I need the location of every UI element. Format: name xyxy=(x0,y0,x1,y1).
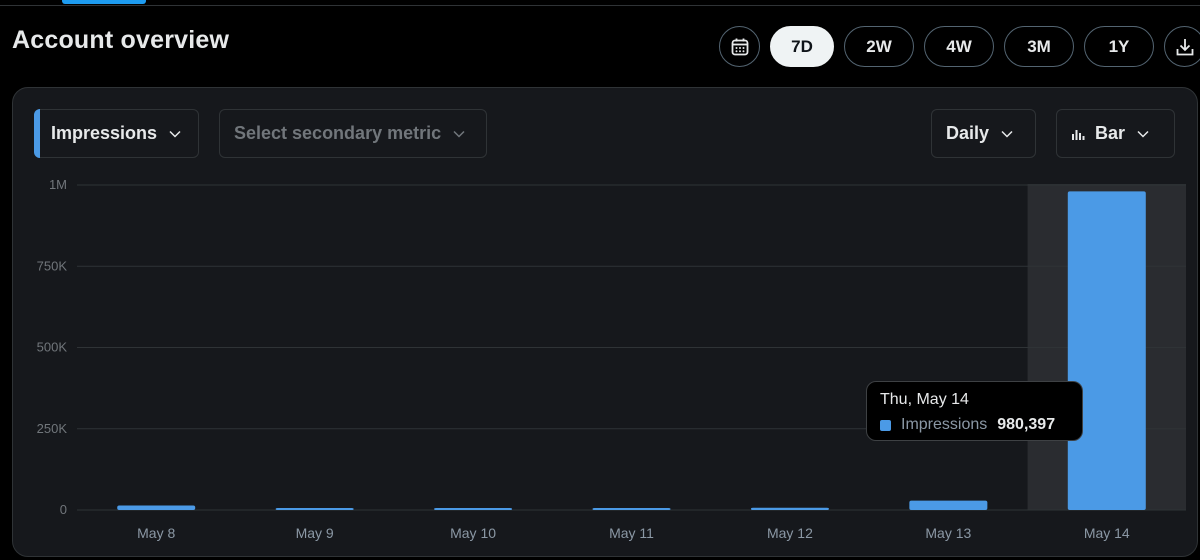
chart-card: 0 250K 500K 750K 1M May 8 May 9 May 10 May 11 May… xyxy=(12,87,1198,557)
x-tick-label: May 9 xyxy=(296,525,334,541)
range-7d-button[interactable]: 7D xyxy=(770,26,834,67)
top-divider xyxy=(0,5,1200,6)
y-tick-label: 0 xyxy=(60,502,67,517)
secondary-metric-placeholder: Select secondary metric xyxy=(234,123,442,143)
chevron-down-icon xyxy=(1001,130,1013,138)
download-button[interactable] xyxy=(1164,26,1200,67)
bar xyxy=(275,508,354,510)
x-tick-label: May 10 xyxy=(450,525,496,541)
period-label: Daily xyxy=(946,123,990,143)
tooltip-date: Thu, May 14 xyxy=(880,391,969,408)
bar xyxy=(117,505,196,510)
x-tick-label: May 14 xyxy=(1084,525,1130,541)
calendar-button[interactable] xyxy=(719,26,760,67)
calendar-icon xyxy=(731,38,748,55)
bar-chart-icon xyxy=(1072,129,1085,140)
tooltip-swatch xyxy=(880,419,891,431)
active-tab-indicator xyxy=(62,0,146,4)
period-dropdown[interactable]: Daily xyxy=(931,109,1036,158)
secondary-metric-dropdown[interactable]: Select secondary metric xyxy=(219,109,487,158)
primary-metric-dropdown[interactable]: Impressions xyxy=(34,109,199,158)
range-3m-button[interactable]: 3M xyxy=(1004,26,1074,67)
chart-type-label: Bar xyxy=(1095,123,1126,143)
primary-metric-label: Impressions xyxy=(51,123,158,143)
y-tick-label: 1M xyxy=(49,177,67,192)
y-tick-label: 500K xyxy=(37,340,68,355)
bar xyxy=(1067,191,1146,510)
tooltip-metric: Impressions xyxy=(901,416,988,433)
y-tick-label: 250K xyxy=(37,421,68,436)
bar xyxy=(434,508,513,510)
tooltip-value: 980,397 xyxy=(997,416,1056,433)
range-4w-button[interactable]: 4W xyxy=(924,26,994,67)
tooltip-row: Impressions 980,397 xyxy=(880,416,1069,434)
chart-type-dropdown[interactable]: Bar xyxy=(1056,109,1175,158)
chevron-down-icon xyxy=(169,130,181,138)
range-1y-button[interactable]: 1Y xyxy=(1084,26,1154,67)
x-tick-label: May 12 xyxy=(767,525,813,541)
bar xyxy=(750,507,829,510)
x-tick-label: May 13 xyxy=(925,525,971,541)
page-title: Account overview xyxy=(12,26,230,54)
download-icon xyxy=(1176,38,1193,55)
chevron-down-icon xyxy=(453,130,465,138)
metric-accent xyxy=(34,109,40,158)
x-tick-label: May 8 xyxy=(137,525,175,541)
bar xyxy=(909,500,988,510)
x-tick-label: May 11 xyxy=(609,525,654,541)
bar-chart: 0 250K 500K 750K 1M May 8 May 9 May 10 May 11 May… xyxy=(37,177,1186,541)
chevron-down-icon xyxy=(1137,130,1149,138)
y-tick-label: 750K xyxy=(37,258,68,273)
chart-tooltip: Thu, May 14 Impressions 980,397 xyxy=(866,381,1083,441)
bar xyxy=(592,508,671,510)
date-range-toolbar: 7D 2W 4W 3M 1Y xyxy=(719,26,1200,67)
range-2w-button[interactable]: 2W xyxy=(844,26,914,67)
